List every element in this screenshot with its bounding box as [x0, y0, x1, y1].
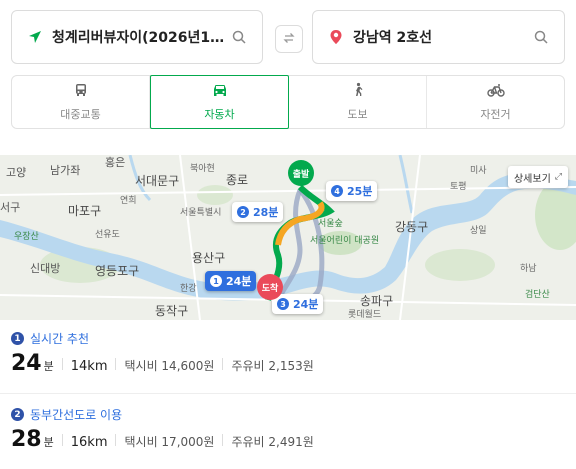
- route-minutes: 24: [11, 351, 42, 376]
- route-number: 4: [331, 185, 343, 197]
- route-title-text: 실시간 추천: [30, 332, 90, 346]
- place-label: 신대방: [30, 262, 61, 275]
- route-tag-3[interactable]: 3 24분: [272, 294, 324, 314]
- route-stats: 24 분 14km 택시비 14,600원 주유비 2,153원: [11, 351, 314, 376]
- route-number: 2: [237, 206, 249, 218]
- place-label: 강동구: [395, 220, 429, 234]
- route-time: 24분: [293, 298, 319, 311]
- destination-text: 강남역 2호선: [353, 30, 433, 46]
- divider: [115, 358, 117, 370]
- route-time: 25분: [347, 185, 373, 198]
- place-label: 상일: [470, 226, 487, 236]
- search-icon[interactable]: [228, 26, 250, 48]
- route-minutes-unit: 분: [43, 436, 54, 449]
- route-number-badge: 1: [11, 332, 24, 345]
- car-icon: [211, 82, 229, 102]
- tab-car[interactable]: 자동차: [150, 75, 289, 129]
- route-title: 1 실시간 추천: [11, 330, 89, 347]
- place-label: 홍은: [105, 156, 126, 169]
- location-pin-icon: [325, 26, 347, 48]
- route-number: 1: [210, 275, 222, 287]
- end-marker[interactable]: 도착: [257, 274, 283, 300]
- route-title-text: 동부간선도로 이용: [30, 408, 123, 422]
- tab-bicycle[interactable]: 자전거: [427, 76, 564, 128]
- swap-button[interactable]: [275, 25, 303, 53]
- origin-field[interactable]: 청계리버뷰자이(2026년12...: [11, 10, 263, 64]
- place-label: 영등포구: [95, 264, 140, 278]
- navigation-arrow-icon: [24, 26, 46, 48]
- place-label: 한강: [180, 284, 197, 294]
- place-label: 서대문구: [135, 174, 180, 188]
- route-title: 2 동부간선도로 이용: [11, 406, 122, 423]
- route-tag-2[interactable]: 2 28분: [232, 202, 284, 222]
- destination-field[interactable]: 강남역 2호선: [312, 10, 565, 64]
- place-label: 서울어린이 대공원: [310, 236, 380, 246]
- place-label: 롯데월드: [348, 310, 382, 320]
- place-label: 마포구: [68, 204, 102, 218]
- route-option-1[interactable]: 1 실시간 추천 24 분 14km 택시비 14,600원 주유비 2,153…: [0, 320, 576, 392]
- tab-walk[interactable]: 도보: [289, 76, 427, 128]
- divider: [222, 358, 224, 370]
- start-marker[interactable]: 출발: [288, 160, 314, 186]
- route-fuel-cost: 주유비 2,153원: [231, 359, 314, 373]
- search-icon[interactable]: [530, 26, 552, 48]
- bicycle-icon: [486, 82, 505, 102]
- route-map[interactable]: 고양 남가좌 홍은 북아현 서대문구 종로 마포구 연희 서울특별시 서구 우장…: [0, 155, 576, 320]
- place-label: 토평: [450, 182, 467, 192]
- place-label: 미사: [470, 166, 487, 176]
- place-label: 서구: [0, 201, 21, 214]
- expand-icon: ⤢: [554, 172, 562, 182]
- route-results: 1 실시간 추천 24 분 14km 택시비 14,600원 주유비 2,153…: [0, 320, 576, 469]
- route-distance: 14km: [70, 359, 108, 374]
- divider: [222, 434, 224, 446]
- route-distance: 16km: [70, 435, 108, 450]
- route-time: 24분: [226, 275, 252, 288]
- route-taxi-fare: 택시비 17,000원: [124, 435, 215, 449]
- bus-icon: [73, 82, 89, 102]
- tab-transit[interactable]: 대중교통: [12, 76, 150, 128]
- divider: [61, 358, 63, 370]
- route-divider: [0, 393, 576, 394]
- place-label: 서울숲: [318, 219, 343, 229]
- place-label: 용산구: [192, 251, 226, 265]
- place-label: 검단산: [525, 290, 550, 300]
- place-label: 북아현: [190, 164, 215, 174]
- place-label: 하남: [520, 264, 537, 274]
- route-stats: 28 분 16km 택시비 17,000원 주유비 2,491원: [11, 427, 314, 452]
- place-label: 송파구: [360, 294, 394, 308]
- route-fuel-cost: 주유비 2,491원: [231, 435, 314, 449]
- route-tag-1[interactable]: 1 24분: [205, 271, 257, 291]
- place-label: 고양: [6, 166, 27, 179]
- place-label: 선유도: [95, 230, 120, 240]
- place-label: 서울특별시: [180, 208, 222, 218]
- place-label: 남가좌: [50, 164, 81, 177]
- route-number: 3: [277, 298, 289, 310]
- walk-icon: [350, 82, 366, 102]
- search-panel: 청계리버뷰자이(2026년12... 강남역 2호선 대중교통 자동차 도보 자…: [0, 0, 576, 150]
- divider: [115, 434, 117, 446]
- tab-walk-label: 도보: [347, 108, 368, 121]
- place-label: 종로: [226, 173, 249, 187]
- transport-mode-tabs: 대중교통 자동차 도보 자전거: [11, 75, 565, 129]
- route-tag-4[interactable]: 4 25분: [326, 181, 378, 201]
- place-label: 연희: [120, 196, 137, 206]
- route-taxi-fare: 택시비 14,600원: [124, 359, 215, 373]
- origin-text: 청계리버뷰자이(2026년12...: [52, 30, 228, 46]
- swap-icon: [282, 30, 296, 49]
- route-number-badge: 2: [11, 408, 24, 421]
- route-option-2[interactable]: 2 동부간선도로 이용 28 분 16km 택시비 17,000원 주유비 2,…: [0, 396, 576, 468]
- route-time: 28분: [253, 206, 279, 219]
- tab-transit-label: 대중교통: [60, 108, 101, 121]
- place-label: 동작구: [155, 304, 189, 318]
- detail-view-button[interactable]: 상세보기 ⤢: [507, 166, 568, 188]
- divider: [61, 434, 63, 446]
- tab-bicycle-label: 자전거: [480, 108, 511, 121]
- detail-view-label: 상세보기: [513, 173, 551, 185]
- place-label: 우장산: [14, 232, 39, 242]
- tab-car-label: 자동차: [204, 108, 235, 121]
- route-minutes: 28: [11, 427, 42, 452]
- route-minutes-unit: 분: [43, 360, 54, 373]
